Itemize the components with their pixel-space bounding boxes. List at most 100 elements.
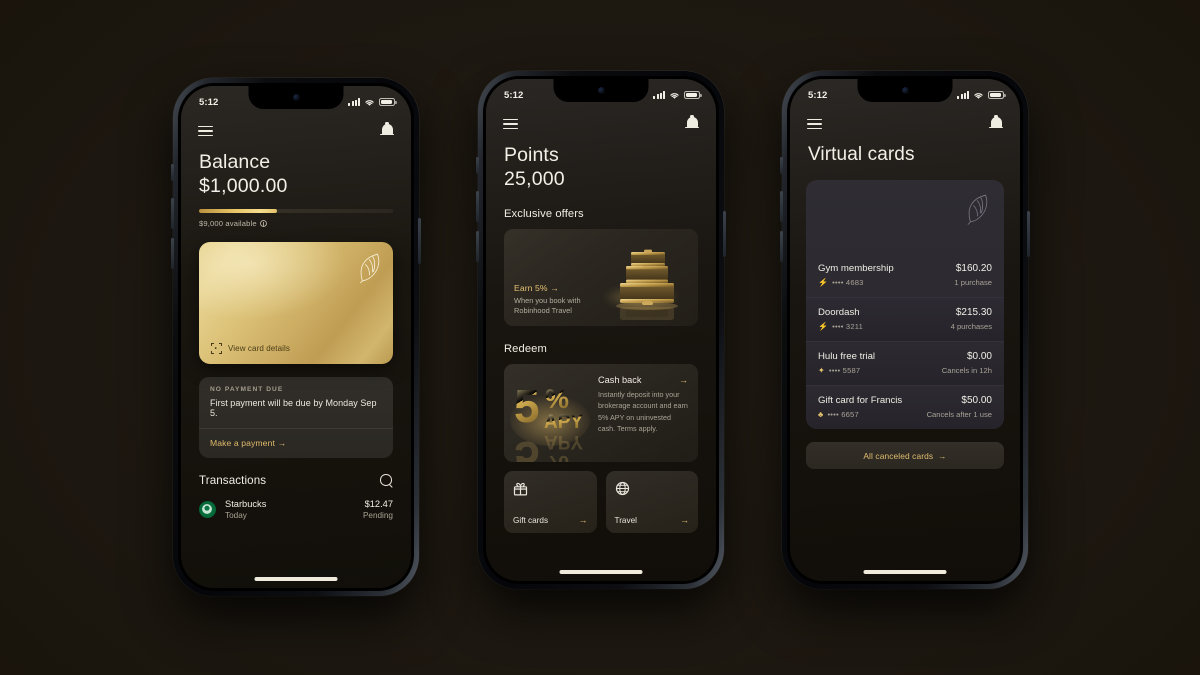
volume-up-button[interactable] — [780, 191, 783, 222]
points-amount: 25,000 — [504, 168, 565, 190]
offer-card[interactable]: Earn 5% → When you book with Robinhood T… — [504, 229, 698, 326]
earn-offer-label: Earn 5% — [514, 282, 548, 293]
earn-offer-link[interactable]: Earn 5% → — [514, 283, 581, 293]
gold-card[interactable]: • View card details — [199, 242, 393, 364]
virtual-card-name: Gym membership — [818, 263, 894, 274]
hamburger-menu-icon[interactable] — [198, 122, 213, 139]
flame-icon: ♣ — [818, 409, 824, 419]
arrow-right-icon[interactable]: → — [679, 375, 688, 385]
volume-up-button[interactable] — [171, 198, 174, 229]
svg-text:5: 5 — [514, 432, 540, 462]
virtual-card-row[interactable]: Doordash $215.30 ⚡ •••• 3211 4 purchases — [806, 297, 1004, 341]
balance-header: Balance $1,000.00 — [181, 142, 411, 198]
arrow-right-icon: → — [938, 450, 947, 461]
all-canceled-cards-label: All canceled cards — [863, 450, 934, 461]
power-button[interactable] — [418, 218, 421, 264]
scene: 5:12 Balance $1,000.00 $9,000 available … — [0, 0, 1200, 675]
balance-amount: $1,000.00 — [199, 175, 288, 197]
lightning-bolt-icon: ⚡ — [818, 321, 829, 331]
payment-text: First payment will be due by Monday Sep … — [210, 398, 377, 418]
power-button[interactable] — [723, 211, 726, 257]
points-header: Points 25,000 — [486, 135, 716, 191]
available-credit-label: $9,000 available — [199, 219, 257, 228]
all-canceled-cards-button[interactable]: All canceled cards → — [806, 442, 1004, 469]
payment-status: NO PAYMENT DUE First payment will be due… — [199, 377, 393, 429]
status-time: 5:12 — [199, 96, 219, 108]
virtual-card-mask: •••• 4683 — [832, 278, 864, 287]
power-button[interactable] — [1027, 211, 1030, 257]
front-camera-icon — [901, 87, 909, 94]
sparkle-icon: ✦ — [818, 365, 825, 375]
transaction-amount: $12.47 — [364, 499, 393, 509]
virtual-card-name: Doordash — [818, 307, 860, 318]
notification-bell-icon[interactable] — [380, 121, 394, 139]
cashback-description: Instantly deposit into your brokerage ac… — [598, 390, 688, 434]
search-icon[interactable] — [380, 474, 393, 487]
virtual-card-hero[interactable] — [806, 180, 1004, 254]
exclusive-offers-heading: Exclusive offers — [504, 208, 584, 220]
scan-card-icon: • — [211, 343, 222, 354]
mute-switch[interactable] — [780, 157, 783, 174]
app-top-bar — [181, 116, 411, 142]
view-card-details[interactable]: • View card details — [211, 343, 290, 354]
available-credit-row: $9,000 available — [199, 219, 393, 228]
offer-text: Earn 5% → When you book with Robinhood T… — [514, 283, 581, 317]
virtual-card-amount: $50.00 — [961, 395, 992, 406]
mute-switch[interactable] — [476, 157, 479, 174]
payment-panel: NO PAYMENT DUE First payment will be due… — [199, 377, 393, 458]
home-indicator[interactable] — [559, 570, 643, 574]
cashback-card[interactable]: 5 % APY 5 % APY — [504, 364, 698, 462]
hamburger-menu-icon[interactable] — [807, 115, 822, 132]
transaction-status: Pending — [362, 511, 393, 520]
volume-down-button[interactable] — [780, 231, 783, 262]
phone1-screen: 5:12 Balance $1,000.00 $9,000 available … — [181, 86, 411, 588]
page-title: Virtual cards — [808, 144, 915, 165]
battery-icon — [988, 91, 1006, 99]
robinhood-feather-logo — [967, 194, 988, 225]
virtual-card-amount: $0.00 — [966, 351, 992, 362]
apy-percent: % — [545, 384, 569, 414]
transaction-date: Today — [225, 511, 247, 520]
home-indicator[interactable] — [254, 577, 338, 581]
battery-icon — [379, 98, 397, 106]
notification-bell-icon[interactable] — [685, 114, 699, 132]
arrow-right-icon: → — [680, 515, 689, 525]
tile-gift-cards[interactable]: Gift cards → — [504, 471, 597, 533]
make-a-payment-label: Make a payment — [210, 438, 275, 448]
volume-up-button[interactable] — [476, 191, 479, 222]
tile-travel-label: Travel — [614, 516, 637, 525]
gift-box-icon — [513, 482, 528, 496]
battery-icon — [684, 91, 702, 99]
volume-down-button[interactable] — [171, 238, 174, 269]
phone-points: 5:12 Points 25,000 Exclusive offers Earn… — [476, 71, 726, 589]
virtual-card-mask: •••• 3211 — [832, 322, 864, 331]
phone-bezel: 5:12 Points 25,000 Exclusive offers Earn… — [483, 76, 719, 584]
stacked-gold-suitcases — [616, 249, 678, 320]
tile-travel[interactable]: Travel → — [605, 471, 698, 533]
hamburger-menu-icon[interactable] — [503, 115, 518, 132]
cashback-body: Cash back → Instantly deposit into your … — [596, 364, 698, 462]
phone2-screen: 5:12 Points 25,000 Exclusive offers Earn… — [486, 79, 716, 581]
virtual-card-row[interactable]: Hulu free trial $0.00 ✦ •••• 5587 Cancel… — [806, 341, 1004, 385]
notification-bell-icon[interactable] — [989, 114, 1003, 132]
make-a-payment-button[interactable]: Make a payment → — [199, 429, 393, 458]
credit-progress-section: $9,000 available — [181, 198, 411, 228]
credit-progress-bar — [199, 209, 393, 213]
virtual-card-row[interactable]: Gym membership $160.20 ⚡ •••• 4683 1 pur… — [806, 254, 1004, 297]
virtual-card-mask: •••• 6657 — [827, 410, 859, 419]
virtual-card-amount: $160.20 — [955, 263, 992, 274]
volume-down-button[interactable] — [476, 231, 479, 262]
arrow-right-icon: → — [578, 515, 588, 525]
virtual-card-name: Hulu free trial — [818, 351, 876, 362]
starbucks-logo — [199, 501, 216, 518]
notch — [857, 79, 953, 102]
globe-icon — [615, 481, 629, 496]
virtual-cards-header: Virtual cards — [790, 135, 1020, 166]
transaction-row[interactable]: Starbucks Today $12.47 Pending — [199, 499, 393, 520]
status-time: 5:12 — [808, 89, 828, 101]
mute-switch[interactable] — [171, 164, 174, 181]
home-indicator[interactable] — [863, 570, 947, 574]
virtual-card-row[interactable]: Gift card for Francis $50.00 ♣ •••• 6657… — [806, 385, 1004, 429]
phone-virtual-cards: 5:12 Virtual cards Gym membership $160.2… — [780, 71, 1030, 589]
info-icon[interactable] — [259, 220, 267, 227]
